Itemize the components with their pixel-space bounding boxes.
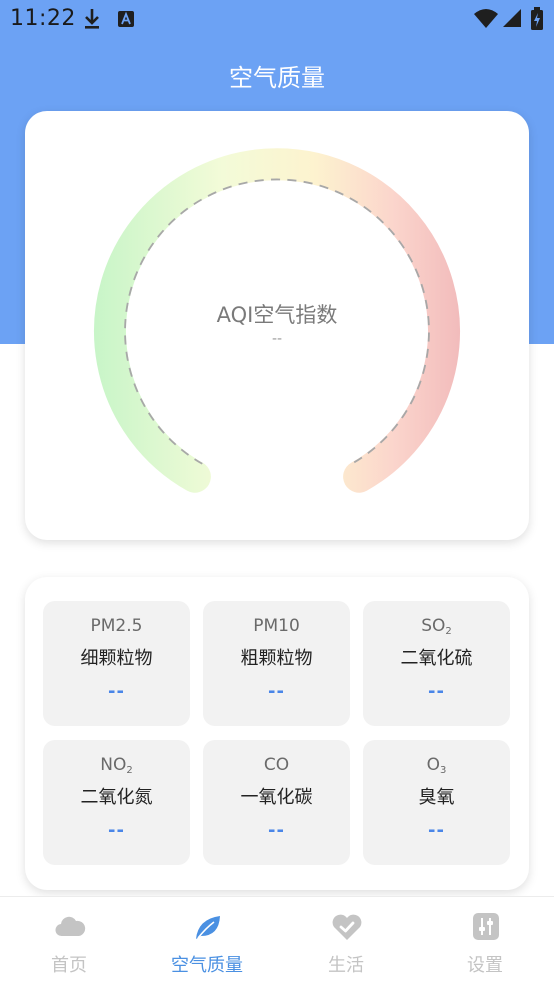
pollutant-value: -- xyxy=(428,681,445,702)
pollutant-value: -- xyxy=(108,820,125,841)
cloud-icon xyxy=(54,912,86,942)
pollutant-code: CO xyxy=(263,755,290,775)
nav-item-life[interactable]: 生活 xyxy=(277,897,415,984)
pollutant-name: 粗颗粒物 xyxy=(240,648,313,669)
pollutant-name: 臭氧 xyxy=(418,787,455,808)
pollutant-name: 二氧化氮 xyxy=(80,787,153,808)
nav-label: 空气质量 xyxy=(171,955,243,976)
wifi-icon xyxy=(474,7,498,33)
pollutant-code: SO2 xyxy=(421,616,452,637)
pollutant-value: -- xyxy=(428,820,445,841)
pollutant-code: PM10 xyxy=(253,616,300,636)
pollutant-code: PM2.5 xyxy=(90,616,143,636)
pollutant-value: -- xyxy=(108,681,125,702)
pollutant-name: 二氧化硫 xyxy=(400,648,473,669)
pollutant-code: NO2 xyxy=(100,755,133,776)
pollutant-value: -- xyxy=(268,820,285,841)
status-time: 11:22 xyxy=(10,6,76,31)
download-icon xyxy=(82,7,102,35)
pollutant-tile-co[interactable]: CO 一氧化碳 -- xyxy=(203,740,350,865)
pollutant-tile-so2[interactable]: SO2 二氧化硫 -- xyxy=(363,601,510,726)
status-bar: 11:22 xyxy=(0,0,554,38)
nav-item-settings[interactable]: 设置 xyxy=(416,897,554,984)
nav-item-home[interactable]: 首页 xyxy=(0,897,138,984)
heart-check-icon xyxy=(331,912,363,942)
nav-label: 首页 xyxy=(51,955,87,976)
pollutant-code: O3 xyxy=(426,755,447,776)
pollutant-card: PM2.5 细颗粒物 -- PM10 粗颗粒物 -- SO2 二氧化硫 -- N… xyxy=(25,577,529,890)
pollutant-value: -- xyxy=(268,681,285,702)
battery-charging-icon xyxy=(530,7,544,35)
bottom-nav: 首页 空气质量 生活 设置 xyxy=(0,896,554,984)
aqi-value: -- xyxy=(271,331,283,347)
aqi-gauge-card: AQI空气指数 -- xyxy=(25,111,529,540)
pollutant-tile-pm10[interactable]: PM10 粗颗粒物 -- xyxy=(203,601,350,726)
nav-item-air-quality[interactable]: 空气质量 xyxy=(138,897,276,984)
pollutant-tile-o3[interactable]: O3 臭氧 -- xyxy=(363,740,510,865)
pollutant-tile-no2[interactable]: NO2 二氧化氮 -- xyxy=(43,740,190,865)
pollutant-tile-pm25[interactable]: PM2.5 细颗粒物 -- xyxy=(43,601,190,726)
settings-sliders-icon xyxy=(470,912,502,942)
pollutant-name: 一氧化碳 xyxy=(240,787,313,808)
leaf-icon xyxy=(192,912,224,942)
page-title: 空气质量 xyxy=(229,64,325,92)
app-a-icon xyxy=(116,7,136,35)
signal-icon xyxy=(502,7,522,33)
nav-label: 设置 xyxy=(467,955,503,976)
aqi-label: AQI空气指数 xyxy=(216,303,338,327)
pollutant-name: 细颗粒物 xyxy=(80,648,153,669)
nav-label: 生活 xyxy=(328,955,364,976)
